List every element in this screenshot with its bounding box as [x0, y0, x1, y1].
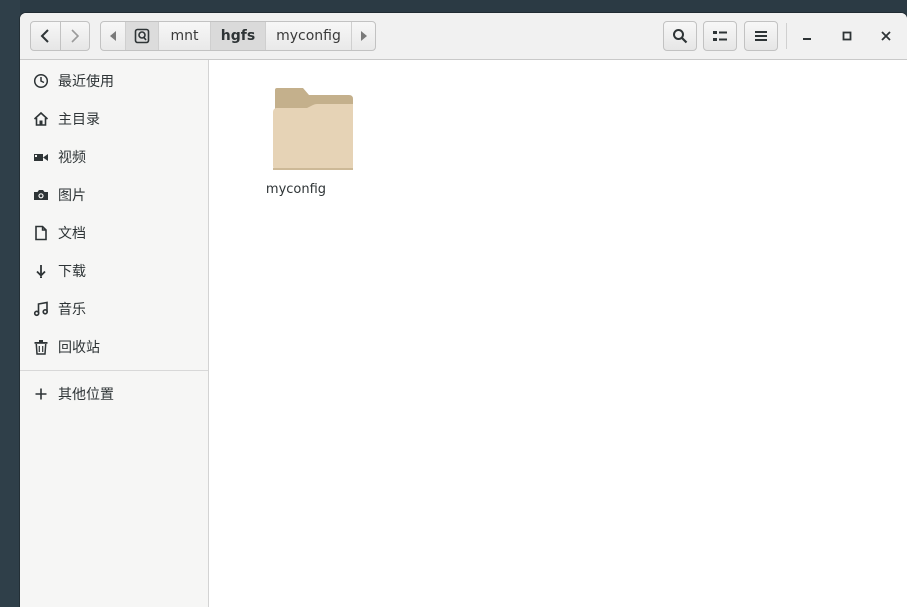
- drive-icon: [134, 28, 150, 44]
- close-icon: [881, 31, 891, 41]
- sidebar-item-label: 最近使用: [58, 74, 114, 90]
- hamburger-menu-icon: [755, 31, 767, 41]
- document-icon: [33, 225, 49, 241]
- path-segment-hgfs[interactable]: hgfs: [210, 22, 265, 50]
- sidebar-item-music[interactable]: 音乐: [20, 292, 208, 326]
- list-view-icon: [713, 31, 727, 41]
- menu-button[interactable]: [744, 21, 778, 51]
- file-manager-window: mnt hgfs myconfig 最近使用 主目录 视频 图片 文档 下载 音…: [20, 13, 907, 607]
- chevron-left-icon: [40, 29, 49, 43]
- trash-icon: [33, 339, 49, 355]
- path-root-button[interactable]: [125, 22, 158, 50]
- file-name-label: myconfig: [265, 182, 327, 197]
- navigation-buttons: [30, 21, 90, 51]
- video-icon: [33, 149, 49, 165]
- sidebar-item-label: 图片: [58, 188, 86, 204]
- sidebar-item-label: 回收站: [58, 340, 100, 356]
- header-separator: [786, 23, 787, 49]
- search-button[interactable]: [663, 21, 697, 51]
- path-scroll-left-button[interactable]: [101, 22, 125, 50]
- minimize-button[interactable]: [792, 21, 822, 51]
- folder-icon: [273, 88, 353, 170]
- path-bar: mnt hgfs myconfig: [100, 21, 376, 51]
- folder-item-myconfig[interactable]: myconfig: [239, 78, 353, 198]
- sidebar-item-recent[interactable]: 最近使用: [20, 64, 208, 98]
- minimize-icon: [803, 38, 811, 40]
- sidebar-item-documents[interactable]: 文档: [20, 216, 208, 250]
- maximize-button[interactable]: [832, 21, 862, 51]
- back-button[interactable]: [31, 22, 60, 50]
- file-view: myconfig: [209, 60, 907, 607]
- music-icon: [33, 301, 49, 317]
- headerbar: mnt hgfs myconfig: [20, 13, 907, 60]
- sidebar-item-label: 其他位置: [58, 387, 114, 403]
- triangle-right-icon: [360, 31, 367, 41]
- home-icon: [33, 111, 49, 127]
- path-scroll-right-button[interactable]: [351, 22, 375, 50]
- path-segment-myconfig[interactable]: myconfig: [265, 22, 351, 50]
- sidebar-item-label: 下载: [58, 264, 86, 280]
- sidebar-item-label: 音乐: [58, 302, 86, 318]
- camera-icon: [33, 187, 49, 203]
- sidebar-item-trash[interactable]: 回收站: [20, 330, 208, 364]
- forward-button[interactable]: [59, 22, 90, 50]
- sidebar-item-pictures[interactable]: 图片: [20, 178, 208, 212]
- sidebar-item-label: 视频: [58, 150, 86, 166]
- search-icon: [673, 29, 688, 44]
- sidebar-item-videos[interactable]: 视频: [20, 140, 208, 174]
- close-button[interactable]: [871, 21, 901, 51]
- triangle-left-icon: [110, 31, 116, 41]
- plus-icon: [33, 386, 49, 402]
- path-segment-mnt[interactable]: mnt: [158, 22, 210, 50]
- sidebar-item-downloads[interactable]: 下载: [20, 254, 208, 288]
- clock-icon: [33, 73, 49, 89]
- sidebar-item-other-locations[interactable]: 其他位置: [20, 377, 208, 411]
- chevron-right-icon: [71, 29, 79, 43]
- view-mode-button[interactable]: [703, 21, 737, 51]
- sidebar-separator: [20, 370, 208, 371]
- desktop-background: [0, 0, 20, 607]
- sidebar-item-home[interactable]: 主目录: [20, 102, 208, 136]
- sidebar: 最近使用 主目录 视频 图片 文档 下载 音乐 回收站 其他位置: [20, 60, 209, 607]
- sidebar-item-label: 文档: [58, 226, 86, 242]
- download-icon: [33, 263, 49, 279]
- maximize-icon: [842, 31, 852, 41]
- sidebar-item-label: 主目录: [58, 112, 100, 128]
